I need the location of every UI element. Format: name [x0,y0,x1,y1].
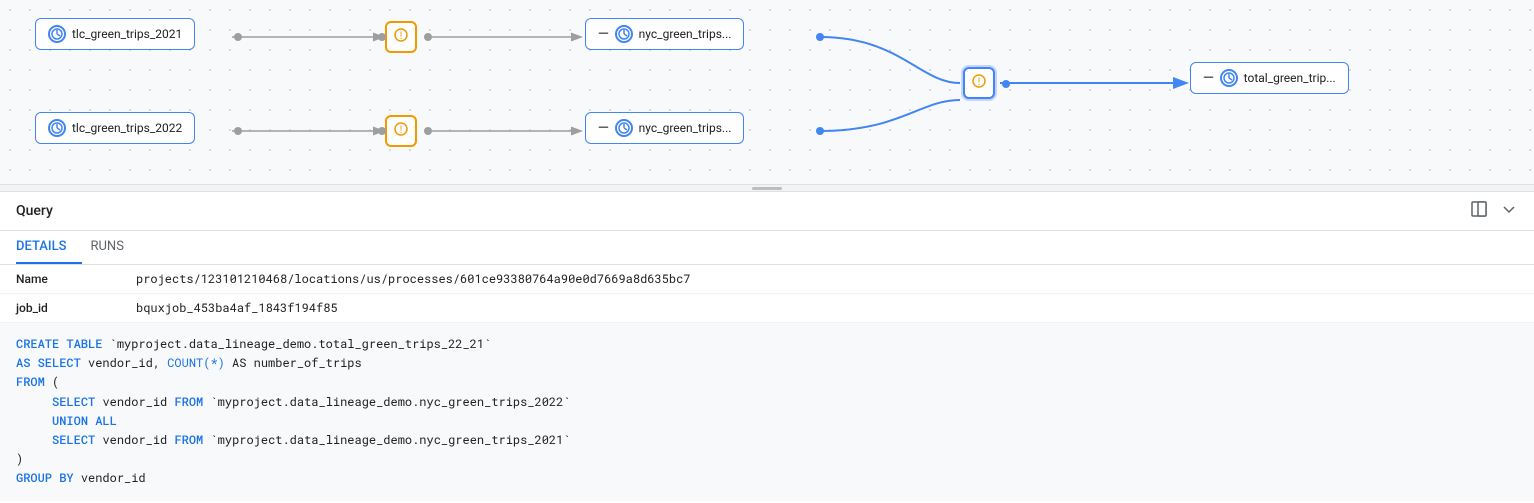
table-icon-2022 [48,119,66,137]
node-union[interactable]: ! [963,67,995,99]
transform-icon-bottom: ! [393,121,409,141]
details-row-name: Name projects/123101210468/locations/us/… [0,265,1534,294]
dot-nyc-top-out [816,33,824,41]
table-icon-total [1220,69,1238,87]
union-icon: ! [971,73,987,93]
dot-n4-out [234,127,242,135]
value-jobid: bquxjob_453ba4af_1843f194f85 [136,300,338,316]
code-line-7: ) [16,450,1518,469]
table-icon-nyc-bottom [615,119,633,137]
code-line-8: GROUP BY vendor_id [16,469,1518,488]
node-transform-bottom[interactable]: ! [385,115,417,147]
panel-actions [1470,200,1518,222]
node-transform-top[interactable]: ! [385,21,417,53]
dot-nyc-bot-out [816,127,824,135]
node-tlc-2022[interactable]: tlc_green_trips_2022 [35,112,195,144]
details-row-jobid: job_id bquxjob_453ba4af_1843f194f85 [0,294,1534,323]
node-nyc-top[interactable]: — nyc_green_trips... [585,18,744,50]
code-line-4: SELECT vendor_id FROM `myproject.data_li… [16,393,1518,412]
node-tlc-2021[interactable]: tlc_green_trips_2021 [35,18,195,50]
dash-icon-bottom: — [598,120,609,136]
dag-canvas: tlc_green_trips_2021 ! — nyc_green_trips… [0,0,1534,185]
dot-n1-out [234,33,242,41]
code-line-1: CREATE TABLE `myproject.data_lineage_dem… [16,335,1518,354]
code-line-3: FROM ( [16,373,1518,392]
svg-text:!: ! [978,77,981,88]
code-line-6: SELECT vendor_id FROM `myproject.data_li… [16,431,1518,450]
bottom-panel: Query DETAILS RUNS Name projects/1231012… [0,191,1534,501]
node-label-2021: tlc_green_trips_2021 [72,27,182,41]
node-label-nyc-bottom: nyc_green_trips... [639,121,732,135]
dash-icon-top: — [598,26,609,42]
tabs-container: DETAILS RUNS [0,231,1534,265]
tab-runs[interactable]: RUNS [90,231,139,264]
table-icon-2021 [48,25,66,43]
node-total[interactable]: — total_green_trip... [1190,62,1349,94]
resize-indicator [752,187,782,190]
dot-union-out [1002,80,1010,88]
value-name: projects/123101210468/locations/us/proce… [136,271,691,287]
panel-title: Query [16,203,53,219]
svg-text:!: ! [400,31,403,42]
expand-icon[interactable] [1470,200,1488,222]
node-nyc-bottom[interactable]: — nyc_green_trips... [585,112,744,144]
code-line-5: UNION ALL [16,412,1518,431]
node-label-total: total_green_trip... [1244,71,1336,85]
dot-transform-bot-out [424,127,432,135]
table-icon-nyc-top [615,25,633,43]
transform-icon-top: ! [393,27,409,47]
dot-transform-top-out [424,33,432,41]
code-line-2: AS SELECT vendor_id, COUNT(*) AS number_… [16,354,1518,373]
kw-create: CREATE TABLE [16,336,102,352]
collapse-icon[interactable] [1500,200,1518,222]
svg-text:!: ! [400,125,403,136]
node-label-nyc-top: nyc_green_trips... [639,27,732,41]
dot-transform-bot-in [378,127,386,135]
label-name: Name [16,272,136,286]
code-area: CREATE TABLE `myproject.data_lineage_dem… [0,323,1534,501]
details-table: Name projects/123101210468/locations/us/… [0,265,1534,323]
node-label-2022: tlc_green_trips_2022 [72,121,182,135]
tab-details[interactable]: DETAILS [16,231,82,264]
label-jobid: job_id [16,301,136,315]
dot-transform-top-in [378,33,386,41]
dash-icon-total: — [1203,70,1214,86]
panel-header: Query [0,192,1534,231]
